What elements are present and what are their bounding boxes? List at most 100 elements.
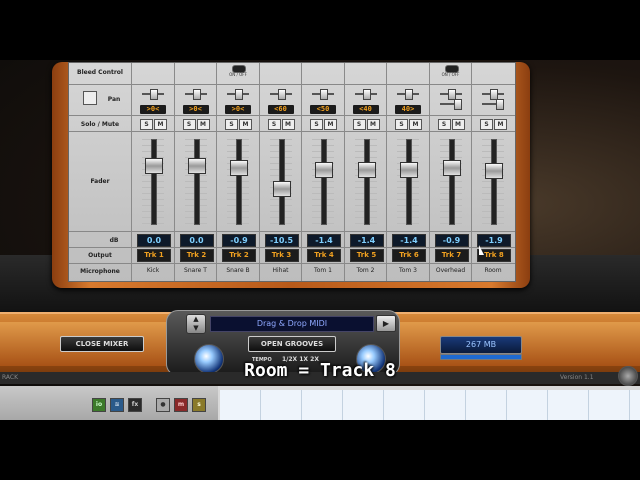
microphone-name: Tom 2 xyxy=(356,267,375,274)
pan-slider[interactable] xyxy=(184,89,207,100)
bleed-onoff-toggle[interactable]: ON / OFF xyxy=(229,65,247,77)
channel-strip-hihat: <60 S M -10.5 Trk 3 Hihat xyxy=(258,63,302,281)
microphone-name: Kick xyxy=(146,267,160,274)
pan-value: <40 xyxy=(352,105,379,114)
channel-strip-tom-3: 40> S M -1.4 Trk 6 Tom 3 xyxy=(386,63,429,281)
db-value: -0.9 xyxy=(222,234,256,247)
fader-handle[interactable] xyxy=(272,180,291,197)
play-icon[interactable]: ▶ xyxy=(376,315,396,332)
solo-button[interactable]: S xyxy=(395,119,408,130)
pan-value: >0< xyxy=(182,105,209,114)
microphone-name: Overhead xyxy=(435,267,466,274)
fader-handle[interactable] xyxy=(145,158,163,174)
row-label-bleed-control: Bleed Control xyxy=(77,69,123,76)
output-select[interactable]: Trk 7 xyxy=(434,249,469,262)
db-value: -1.4 xyxy=(307,234,341,247)
solo-button[interactable]: S xyxy=(182,119,196,130)
microphone-name: Room xyxy=(484,267,502,274)
channel-strip-room: S M -1.9 Trk 8 Room xyxy=(471,63,514,281)
fader-track xyxy=(193,139,200,225)
output-select[interactable]: Trk 4 xyxy=(307,249,341,262)
solo-track-button[interactable]: s xyxy=(192,398,206,412)
output-select[interactable]: Trk 2 xyxy=(179,249,214,262)
channel-strip-snare-b: ON / OFF >0< S M -0.9 Trk 2 Snare B xyxy=(216,63,259,281)
fader-handle[interactable] xyxy=(315,161,333,178)
mute-button[interactable]: M xyxy=(281,119,295,130)
midi-button[interactable]: ≋ xyxy=(110,398,124,412)
row-label-output: Output xyxy=(88,252,112,259)
solo-button[interactable]: S xyxy=(225,119,238,130)
solo-button[interactable]: S xyxy=(267,119,281,130)
close-mixer-button[interactable]: CLOSE MIXER xyxy=(60,336,144,352)
pan-slider[interactable] xyxy=(269,89,292,100)
channel-strip-tom-1: <50 S M -1.4 Trk 4 Tom 1 xyxy=(301,63,344,281)
io-button[interactable]: io xyxy=(92,398,106,412)
pan-slider-secondary[interactable] xyxy=(439,99,462,110)
output-select[interactable]: Trk 5 xyxy=(349,249,384,262)
output-select[interactable]: Trk 1 xyxy=(137,249,171,262)
mouse-cursor-icon xyxy=(479,245,484,255)
pan-slider[interactable] xyxy=(482,89,504,100)
row-label-fader: Fader xyxy=(90,178,110,185)
fader-track xyxy=(321,139,327,225)
open-grooves-button[interactable]: OPEN GROOVES xyxy=(248,336,336,352)
video-caption: Room = Track 8 xyxy=(244,360,396,381)
fader-handle[interactable] xyxy=(485,163,503,180)
pan-slider[interactable] xyxy=(312,89,334,100)
mute-button[interactable]: M xyxy=(366,119,380,130)
mute-button[interactable]: M xyxy=(494,119,507,130)
pan-value: 40> xyxy=(395,105,421,114)
output-select[interactable]: Trk 2 xyxy=(222,249,256,262)
row-label-microphone: Microphone xyxy=(80,268,120,275)
output-select[interactable]: Trk 3 xyxy=(264,249,299,262)
pan-slider[interactable] xyxy=(142,89,164,100)
mute-button[interactable]: M xyxy=(324,119,337,130)
pan-reset-icon[interactable] xyxy=(83,91,97,105)
solo-button[interactable]: S xyxy=(480,119,493,130)
mute-button[interactable]: M xyxy=(196,119,210,130)
mute-track-button[interactable]: m xyxy=(174,398,188,412)
pan-slider[interactable] xyxy=(227,89,249,100)
db-value: 0.0 xyxy=(137,234,171,247)
mute-button[interactable]: M xyxy=(409,119,422,130)
fader-handle[interactable] xyxy=(357,161,376,178)
solo-button[interactable]: S xyxy=(140,119,153,130)
fader-handle[interactable] xyxy=(400,161,418,178)
pan-slider[interactable] xyxy=(397,89,419,100)
db-value: -0.9 xyxy=(434,234,469,247)
pan-slider[interactable] xyxy=(439,89,462,100)
pan-value: >0< xyxy=(140,105,166,114)
fader-track xyxy=(236,139,242,225)
solo-button[interactable]: S xyxy=(352,119,366,130)
channel-strip-snare-t: >0< S M 0.0 Trk 2 Snare T xyxy=(173,63,217,281)
bleed-onoff-toggle[interactable]: ON / OFF xyxy=(442,65,460,77)
row-label-pan: Pan xyxy=(107,96,121,103)
row-label-db: dB xyxy=(109,237,119,244)
channel-strip-overhead: ON / OFF S M -0.9 Trk 7 Overhead xyxy=(428,63,472,281)
output-select[interactable]: Trk 6 xyxy=(392,249,426,262)
host-timeline-grid[interactable] xyxy=(220,390,640,420)
mute-button[interactable]: M xyxy=(451,119,465,130)
up-down-arrows-icon[interactable]: ▲ ▼ xyxy=(186,314,206,334)
channel-strip-kick: >0< S M 0.0 Trk 1 Kick xyxy=(131,63,174,281)
fader-handle[interactable] xyxy=(187,158,206,174)
solo-button[interactable]: S xyxy=(437,119,451,130)
db-value: -1.4 xyxy=(392,234,426,247)
solo-button[interactable]: S xyxy=(310,119,323,130)
mute-button[interactable]: M xyxy=(154,119,167,130)
microphone-name: Tom 3 xyxy=(399,267,417,274)
fx-button[interactable]: fx xyxy=(128,398,142,412)
db-value: -1.4 xyxy=(349,234,384,247)
record-icon[interactable]: ● xyxy=(156,398,170,412)
memory-display: 267 MB xyxy=(440,336,522,354)
pan-slider[interactable] xyxy=(354,89,377,100)
drag-drop-midi-area[interactable]: Drag & Drop MIDI xyxy=(210,316,374,332)
channel-strip-tom-2: <40 S M -1.4 Trk 5 Tom 2 xyxy=(343,63,387,281)
pan-slider-secondary[interactable] xyxy=(482,99,504,110)
fader-handle[interactable] xyxy=(230,160,248,177)
db-value: -10.5 xyxy=(264,234,299,247)
mute-button[interactable]: M xyxy=(239,119,252,130)
fader-handle[interactable] xyxy=(442,160,461,177)
fader-track xyxy=(363,139,370,225)
pan-value: >0< xyxy=(225,105,251,114)
